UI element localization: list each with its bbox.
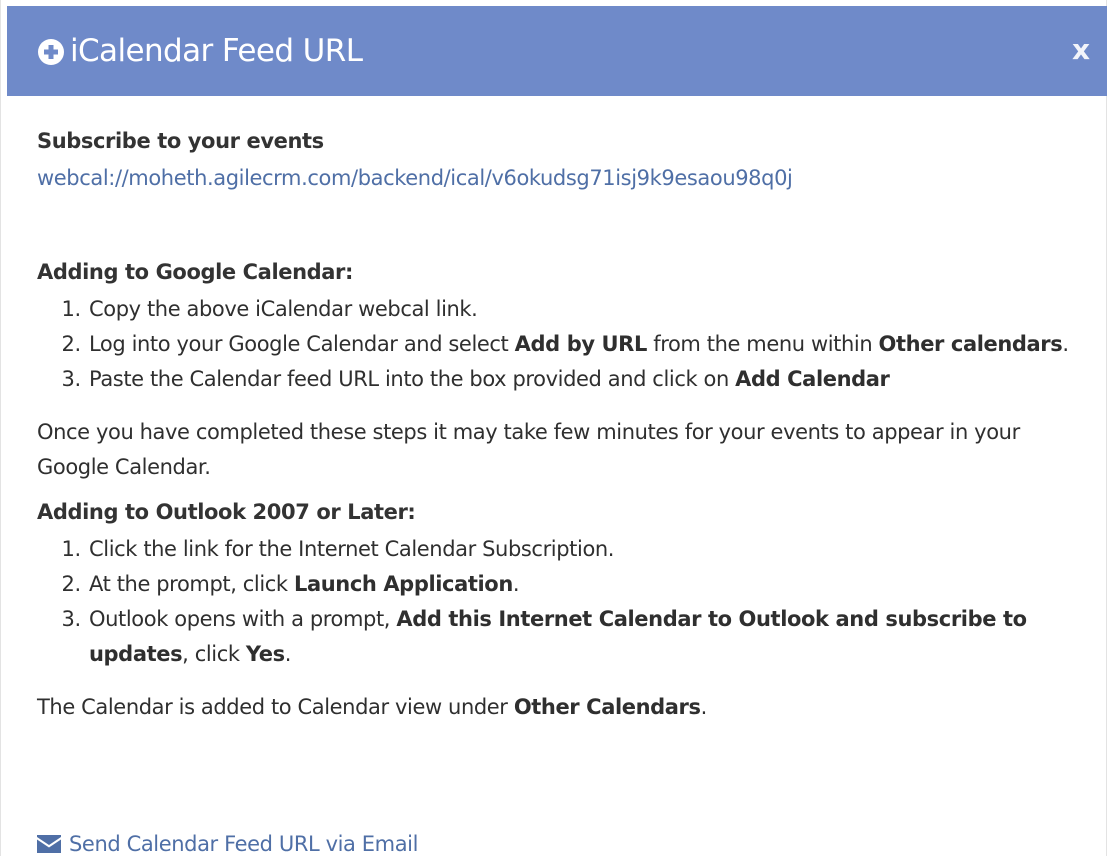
outlook-steps-list: Click the link for the Internet Calendar… — [37, 532, 1087, 672]
google-section-title: Adding to Google Calendar: — [37, 260, 353, 284]
subscribe-heading: Subscribe to your events — [37, 129, 324, 153]
plus-circle-icon — [38, 39, 64, 65]
outlook-step-3-bold-yes: Yes — [245, 642, 285, 666]
outlook-step-2-bold-launch-application: Launch Application — [293, 572, 513, 596]
list-item: Click the link for the Internet Calendar… — [87, 532, 1087, 567]
send-feed-email-label: Send Calendar Feed URL via Email — [69, 832, 419, 856]
modal-header: iCalendar Feed URL x — [7, 6, 1107, 96]
list-item: Outlook opens with a prompt, Add this In… — [87, 602, 1087, 672]
outlook-note-text: The Calendar is added to Calendar view u… — [37, 695, 514, 719]
outlook-step-3-text-end: . — [284, 642, 292, 666]
outlook-note-text-end: . — [700, 695, 708, 719]
outlook-step-3-text-mid: , click — [182, 642, 246, 666]
google-note: Once you have completed these steps it m… — [37, 420, 1020, 479]
outlook-step-1: Click the link for the Internet Calendar… — [89, 537, 615, 561]
list-item: Paste the Calendar feed URL into the box… — [87, 362, 1087, 397]
outlook-step-2-text-end: . — [512, 572, 520, 596]
google-step-3-text: Paste the Calendar feed URL into the box… — [89, 367, 736, 391]
modal-title: iCalendar Feed URL — [70, 33, 363, 69]
outlook-note-bold-other-calendars: Other Calendars — [513, 695, 701, 719]
close-button[interactable]: x — [1066, 30, 1096, 70]
outlook-step-2-text: At the prompt, click — [89, 572, 294, 596]
envelope-icon — [37, 835, 61, 853]
outlook-section-title: Adding to Outlook 2007 or Later: — [37, 500, 416, 524]
google-step-3-bold-add-calendar: Add Calendar — [735, 367, 890, 391]
icalendar-modal: iCalendar Feed URL x Subscribe to your e… — [0, 0, 1107, 856]
google-step-2-text-end: . — [1062, 332, 1069, 356]
send-feed-email-link[interactable]: Send Calendar Feed URL via Email — [37, 826, 418, 856]
outlook-step-3-text: Outlook opens with a prompt, — [89, 607, 397, 631]
modal-body: Subscribe to your events webcal://moheth… — [37, 124, 1087, 725]
google-step-2-text: Log into your Google Calendar and select — [89, 332, 515, 356]
outlook-note: The Calendar is added to Calendar view u… — [37, 690, 1087, 725]
list-item: At the prompt, click Launch Application. — [87, 567, 1087, 602]
google-step-2-bold-add-by-url: Add by URL — [514, 332, 648, 356]
google-step-2-text-mid: from the menu within — [646, 332, 879, 356]
list-item: Log into your Google Calendar and select… — [87, 327, 1087, 362]
google-steps-list: Copy the above iCalendar webcal link. Lo… — [37, 292, 1087, 397]
list-item: Copy the above iCalendar webcal link. — [87, 292, 1087, 327]
google-step-2-bold-other-calendars: Other calendars — [878, 332, 1063, 356]
google-step-1: Copy the above iCalendar webcal link. — [89, 297, 478, 321]
webcal-feed-link[interactable]: webcal://moheth.agilecrm.com/backend/ica… — [37, 161, 1087, 196]
